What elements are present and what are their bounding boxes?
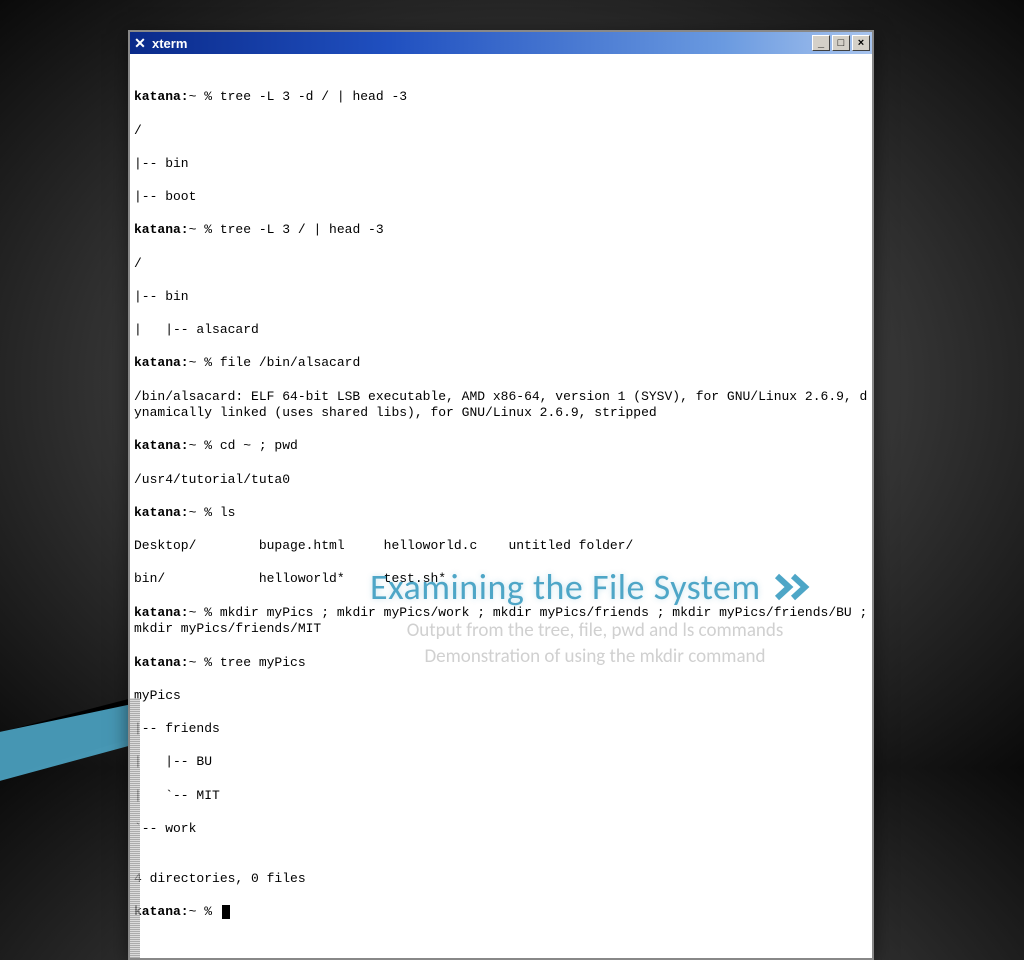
subtitle-line-2: Demonstration of using the mkdir command (310, 644, 880, 670)
xterm-icon: ✕ (132, 35, 148, 51)
maximize-button[interactable]: □ (832, 35, 850, 51)
slide-title-text: Examining the File System (370, 565, 761, 609)
scrollbar-thumb[interactable] (130, 698, 140, 958)
chevron-right-icon (775, 572, 815, 602)
minimize-button[interactable]: _ (812, 35, 830, 51)
window-buttons: _ □ × (812, 35, 870, 51)
cursor-icon (222, 905, 230, 919)
slide-title: Examining the File System (370, 565, 815, 609)
window-title: xterm (152, 36, 812, 51)
terminal-body[interactable]: katana:~ % tree -L 3 -d / | head -3 / |-… (130, 54, 872, 958)
xterm-window: ✕ xterm _ □ × katana:~ % tree -L 3 -d / … (128, 30, 874, 960)
subtitle-line-1: Output from the tree, file, pwd and ls c… (310, 618, 880, 644)
close-button[interactable]: × (852, 35, 870, 51)
slide-subtitle: Output from the tree, file, pwd and ls c… (310, 618, 880, 669)
title-bar: ✕ xterm _ □ × (130, 32, 872, 54)
